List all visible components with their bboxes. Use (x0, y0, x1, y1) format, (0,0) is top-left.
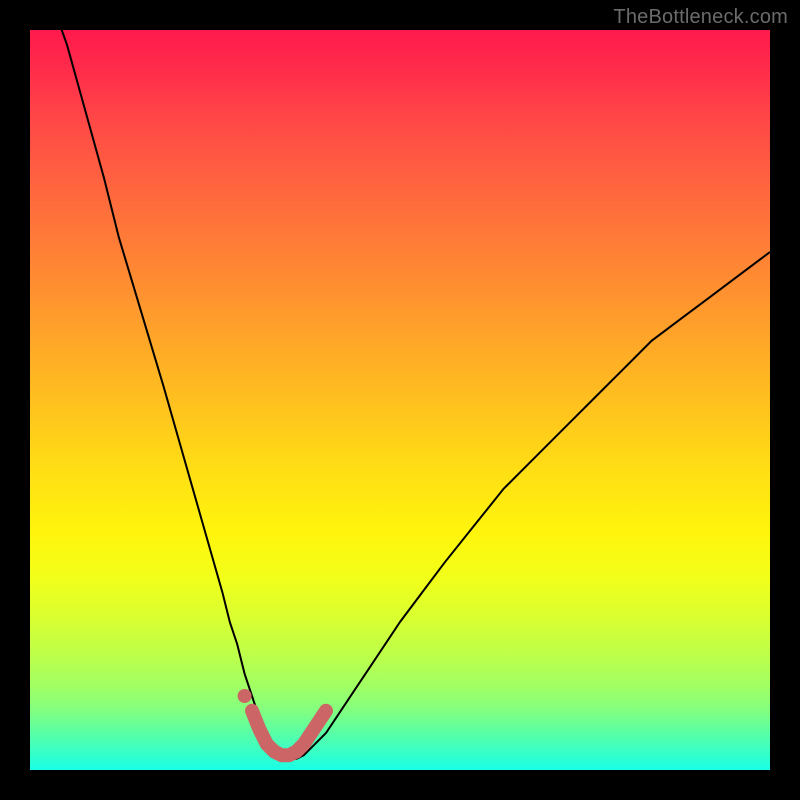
watermark-text: TheBottleneck.com (613, 6, 788, 29)
chart-svg (30, 30, 770, 770)
plot-area (30, 30, 770, 770)
bottleneck-marker (252, 711, 326, 755)
bottleneck-curve (30, 30, 770, 759)
chart-frame: TheBottleneck.com (0, 0, 800, 800)
marker-dot-icon (238, 689, 252, 703)
